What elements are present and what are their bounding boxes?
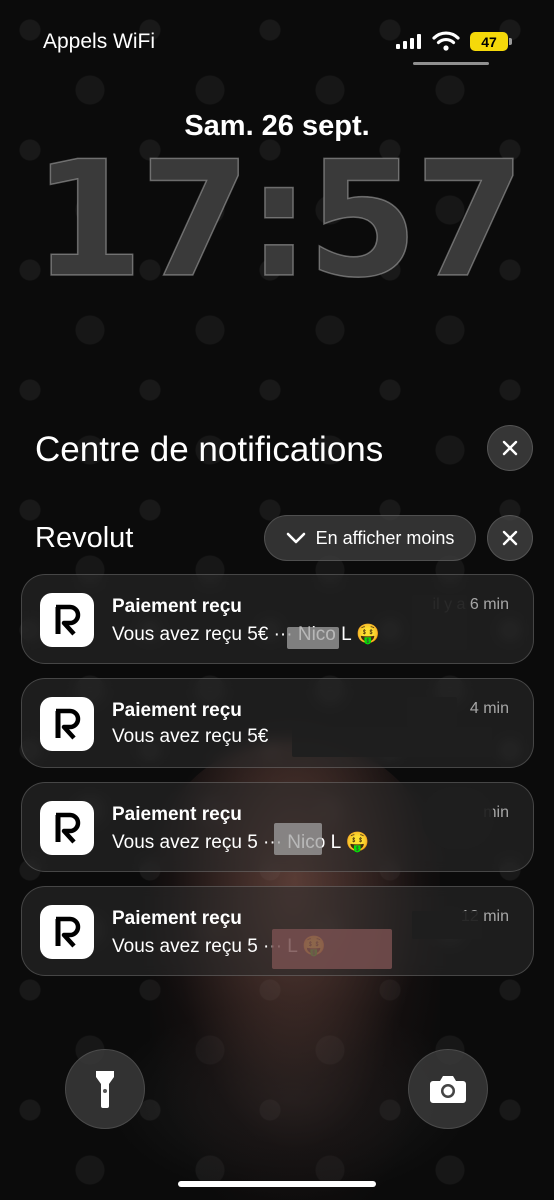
- lock-time: 17:57: [32, 126, 527, 313]
- redaction-block: [412, 595, 467, 650]
- notification-title: Paiement reçu: [112, 908, 242, 929]
- notification-center-title: Centre de notifications: [35, 430, 384, 469]
- cellular-signal-icon: [396, 34, 421, 49]
- flashlight-button[interactable]: [65, 1049, 145, 1129]
- redaction-block: [292, 727, 492, 757]
- clear-all-button[interactable]: [487, 425, 533, 471]
- notification-body: Vous avez reçu 5€: [112, 726, 269, 747]
- camera-button[interactable]: [408, 1049, 488, 1129]
- show-less-label: En afficher moins: [315, 527, 455, 548]
- battery-level: 47: [481, 33, 497, 50]
- notification-time: 4 min: [469, 700, 509, 717]
- notification-body: Vous avez reçu 5€ ··· Nico L 🤑: [112, 624, 380, 645]
- notification-body: Vous avez reçu 5 ··· Nico L 🤑: [112, 832, 370, 853]
- revolut-logo-icon: [40, 905, 94, 959]
- revolut-logo-icon: [40, 801, 94, 855]
- wifi-icon: [432, 31, 460, 51]
- flashlight-icon: [96, 1071, 114, 1108]
- status-bar: Appels WiFi 47: [0, 0, 554, 80]
- redaction-block: [407, 697, 457, 727]
- chevron-down-icon: [286, 532, 305, 544]
- notification-group-title: Revolut: [35, 522, 134, 554]
- redaction-block: [274, 823, 322, 855]
- notification-title: Paiement reçu: [112, 804, 242, 825]
- notification-title: Paiement reçu: [112, 596, 242, 617]
- close-icon: [502, 530, 518, 546]
- home-indicator[interactable]: [178, 1181, 376, 1187]
- control-center-indicator[interactable]: [413, 62, 489, 65]
- show-less-button[interactable]: En afficher moins: [264, 515, 476, 561]
- notification-card[interactable]: Paiement reçu Vous avez reçu 5 ··· L 🤑 1…: [21, 886, 534, 976]
- notification-card[interactable]: Paiement reçu Vous avez reçu 5€ 4 min: [21, 678, 534, 768]
- redaction-block: [287, 627, 339, 649]
- revolut-logo-icon: [40, 697, 94, 751]
- carrier-label: Appels WiFi: [43, 30, 156, 53]
- redaction-block: [272, 929, 392, 969]
- notification-card[interactable]: Paiement reçu Vous avez reçu 5€ ··· Nico…: [21, 574, 534, 664]
- redaction-block: [422, 787, 494, 849]
- battery-icon: 47: [470, 32, 512, 51]
- redaction-block: [412, 911, 482, 939]
- notification-card[interactable]: Paiement reçu Vous avez reçu 5 ··· Nico …: [21, 782, 534, 872]
- notification-title: Paiement reçu: [112, 700, 242, 721]
- clear-group-button[interactable]: [487, 515, 533, 561]
- close-icon: [502, 440, 518, 456]
- camera-icon: [430, 1076, 466, 1103]
- revolut-logo-icon: [40, 593, 94, 647]
